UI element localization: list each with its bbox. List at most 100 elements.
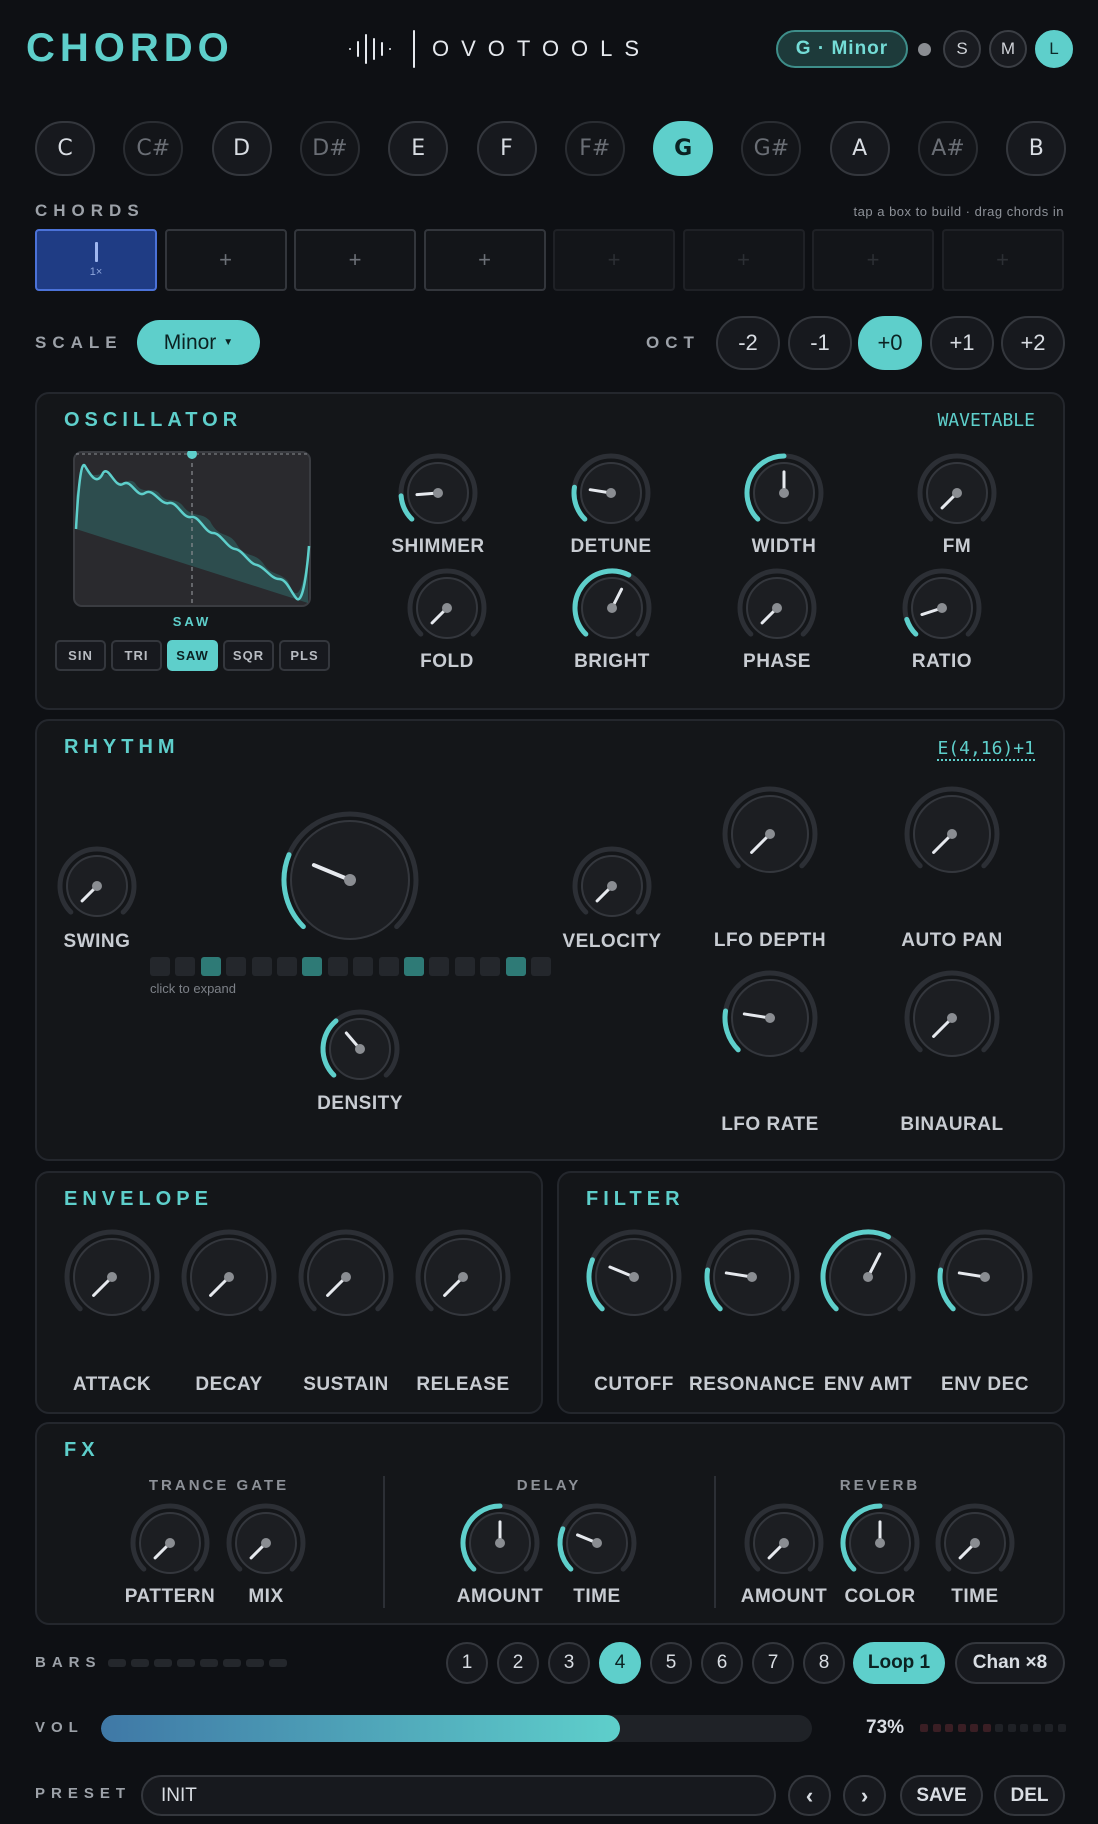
preset-save-button[interactable]: SAVE [900,1775,983,1816]
channel-button[interactable]: Chan ×8 [955,1642,1065,1684]
wave-sqr-button[interactable]: SQR [223,640,274,671]
bright-knob[interactable] [570,566,654,650]
octave-button[interactable]: -2 [716,316,780,370]
chord-slot[interactable]: + [423,229,546,291]
note-c-sharp-button[interactable]: C# [123,121,184,176]
note-g-sharp-button[interactable]: G# [741,121,802,176]
step-cell[interactable] [302,957,323,976]
preset-name-field[interactable]: INIT [141,1775,776,1816]
attack-knob[interactable] [62,1227,162,1327]
expand-hint[interactable]: click to expand [150,981,236,996]
step-cell[interactable] [150,957,170,976]
width-knob[interactable] [742,451,826,535]
fm-knob[interactable] [915,451,999,535]
reverb-amount-knob[interactable] [742,1501,826,1585]
trance-gate-mix-knob[interactable] [224,1501,308,1585]
step-cell[interactable] [200,957,221,976]
wave-saw-button[interactable]: SAW [167,640,218,671]
key-display[interactable]: G · Minor [776,30,908,68]
chord-slot[interactable]: + [941,229,1064,291]
preset-prev-button[interactable]: ‹ [788,1775,831,1816]
binaural-knob[interactable] [902,968,1002,1068]
wave-sin-button[interactable]: SIN [55,640,106,671]
env-amt-knob[interactable] [818,1227,918,1327]
bars-2-button[interactable]: 2 [497,1642,539,1684]
delay-time-knob[interactable] [555,1501,639,1585]
phase-knob[interactable] [735,566,819,650]
bars-4-button[interactable]: 4 [599,1642,641,1684]
env-dec-knob[interactable] [935,1227,1035,1327]
bars-5-button[interactable]: 5 [650,1642,692,1684]
auto-pan-knob[interactable] [902,784,1002,884]
preset-delete-button[interactable]: DEL [994,1775,1065,1816]
sustain-knob[interactable] [296,1227,396,1327]
rhythm-pattern[interactable]: E(4,16)+1 [937,738,1035,761]
chord-slot[interactable]: + [812,229,934,291]
volume-slider[interactable] [101,1715,812,1742]
chord-slot[interactable]: 1× [35,229,157,291]
resonance-knob[interactable] [702,1227,802,1327]
chord-slot[interactable]: + [164,229,287,291]
step-cell[interactable] [404,957,424,976]
lfo-depth-knob[interactable] [720,784,820,884]
wavetable-display[interactable] [73,449,311,607]
octave-button[interactable]: +1 [930,316,994,370]
swing-knob[interactable] [55,844,139,928]
loop-button[interactable]: Loop 1 [853,1642,945,1684]
note-g-button[interactable]: G [653,121,714,176]
chord-slot[interactable]: + [294,229,416,291]
step-cell[interactable] [454,957,475,976]
wave-tri-button[interactable]: TRI [111,640,162,671]
step-cell[interactable] [429,957,450,976]
octave-button[interactable]: +2 [1001,316,1065,370]
note-b-button[interactable]: B [1006,121,1067,176]
bars-7-button[interactable]: 7 [752,1642,794,1684]
reverb-time-knob[interactable] [933,1501,1017,1585]
scale-select[interactable]: Minor ▼ [137,320,260,365]
step-cell[interactable] [327,957,348,976]
step-cell[interactable] [378,957,399,976]
chord-slot[interactable]: + [553,229,675,291]
step-cell[interactable] [251,957,272,976]
step-cell[interactable] [531,957,551,976]
step-cell[interactable] [505,957,526,976]
bars-3-button[interactable]: 3 [548,1642,590,1684]
octave-button[interactable]: +0 [858,316,922,370]
fold-knob[interactable] [405,566,489,650]
reverb-color-knob[interactable] [838,1501,922,1585]
mode-l-button[interactable]: L [1035,30,1073,68]
velocity-knob[interactable] [570,844,654,928]
note-c-button[interactable]: C [35,121,95,176]
ratio-knob[interactable] [900,566,984,650]
wave-pls-button[interactable]: PLS [279,640,330,671]
shimmer-knob[interactable] [396,451,480,535]
note-e-button[interactable]: E [388,121,449,176]
bars-6-button[interactable]: 6 [701,1642,743,1684]
release-knob[interactable] [413,1227,513,1327]
cutoff-knob[interactable] [584,1227,684,1327]
note-f-button[interactable]: F [476,121,537,176]
bars-1-button[interactable]: 1 [446,1642,488,1684]
oscillator-mode[interactable]: WAVETABLE [937,410,1035,431]
step-cell[interactable] [175,957,196,976]
decay-knob[interactable] [179,1227,279,1327]
step-cell[interactable] [480,957,501,976]
trance-gate-pattern-knob[interactable] [128,1501,212,1585]
step-cell[interactable] [226,957,247,976]
step-cell[interactable] [277,957,297,976]
mode-m-button[interactable]: M [989,30,1027,68]
chord-slot[interactable]: + [682,229,805,291]
note-d-sharp-button[interactable]: D# [299,121,360,176]
preset-next-button[interactable]: › [843,1775,886,1816]
rhythm-main-knob[interactable] [279,809,421,951]
density-knob[interactable] [318,1007,402,1091]
octave-button[interactable]: -1 [788,316,852,370]
note-d-button[interactable]: D [211,121,272,176]
detune-knob[interactable] [569,451,653,535]
note-a-sharp-button[interactable]: A# [918,121,978,176]
bars-8-button[interactable]: 8 [803,1642,845,1684]
note-a-button[interactable]: A [829,121,890,176]
step-cell[interactable] [353,957,374,976]
delay-amount-knob[interactable] [458,1501,542,1585]
note-f-sharp-button[interactable]: F# [564,121,625,176]
